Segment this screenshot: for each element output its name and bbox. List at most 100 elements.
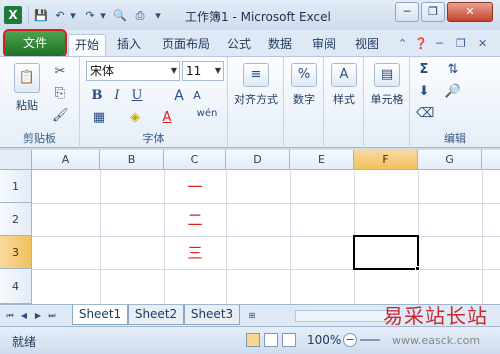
column-header-a[interactable]: A [32, 150, 100, 170]
tab-formulas[interactable]: 公式 [222, 34, 256, 56]
next-sheet-icon[interactable]: ▶ [32, 310, 44, 322]
column-header-f[interactable]: F [354, 150, 418, 170]
tab-home[interactable]: 开始 [68, 34, 106, 56]
borders-icon[interactable]: ▦ [90, 109, 108, 127]
shrink-font-button[interactable]: A [190, 87, 204, 105]
page-break-view-icon[interactable] [282, 333, 296, 347]
cells-label: 单元格 [370, 93, 404, 106]
row-header-2[interactable]: 2 [0, 203, 32, 236]
row-header-1[interactable]: 1 [0, 170, 32, 203]
redo-dropdown-icon[interactable]: ▾ [98, 8, 108, 24]
restore-button[interactable]: ❐ [421, 2, 445, 22]
paste-button[interactable]: 📋 粘贴 [10, 63, 44, 113]
column-header-g[interactable]: G [418, 150, 482, 170]
last-sheet-icon[interactable]: ⏭ [46, 310, 58, 322]
tab-data[interactable]: 数据 [263, 34, 297, 56]
editing-group-label: 编辑 [444, 132, 466, 145]
sheet-tab-2[interactable]: Sheet2 [128, 305, 184, 325]
tab-page-layout[interactable]: 页面布局 [156, 34, 216, 56]
prev-sheet-icon[interactable]: ◀ [18, 310, 30, 322]
bold-button[interactable]: B [90, 87, 104, 105]
fill-handle[interactable] [415, 266, 420, 271]
sheet-tab-3[interactable]: Sheet3 [184, 305, 240, 325]
column-header-b[interactable]: B [100, 150, 164, 170]
sort-filter-icon[interactable]: ⇅ [444, 61, 462, 79]
align-icon: ≡ [243, 63, 269, 87]
autosum-icon[interactable]: Σ [416, 61, 432, 79]
fill-color-icon[interactable]: ◈ [126, 109, 144, 127]
print-icon[interactable]: ⎙ [132, 8, 148, 24]
italic-button[interactable]: I [110, 87, 124, 105]
tab-view[interactable]: 视图 [350, 34, 384, 56]
gridline [482, 170, 483, 304]
redo-icon[interactable]: ↷ [82, 8, 98, 24]
clear-icon[interactable]: ⌫ [416, 105, 434, 123]
styles-icon: A [331, 63, 357, 87]
close-button[interactable]: ✕ [447, 2, 493, 22]
ribbon-tab-bar: 文件 开始 插入 页面布局 公式 数据 审阅 视图 ⌃ ❓ ─ ❐ ✕ [0, 29, 500, 58]
title-bar: X 💾 ↶ ▾ ↷ ▾ 🔍 ⎙ ▾ 工作簿1 - Microsoft Excel… [0, 0, 500, 30]
help-icon[interactable]: ❓ [414, 37, 428, 50]
restore-doc-icon[interactable]: ❐ [456, 37, 466, 50]
font-name-value: 宋体 [90, 64, 115, 78]
select-all-corner[interactable] [0, 150, 32, 170]
gridline [226, 170, 227, 304]
number-label: 数字 [293, 93, 315, 106]
watermark-logo: 易采站长站 [383, 304, 488, 328]
undo-dropdown-icon[interactable]: ▾ [68, 8, 78, 24]
styles-group: A 样式 [324, 57, 364, 149]
tab-insert[interactable]: 插入 [110, 34, 148, 56]
file-tab[interactable]: 文件 [3, 29, 67, 58]
customize-qat-icon[interactable]: ▾ [152, 8, 164, 24]
zoom-slider[interactable] [360, 339, 380, 341]
insert-sheet-icon[interactable]: ⊞ [244, 310, 260, 322]
page-layout-view-icon[interactable] [264, 333, 278, 347]
collapse-ribbon-icon[interactable]: ⌃ [398, 37, 407, 50]
number-group: % 数字 [284, 57, 324, 149]
active-cell-f3[interactable] [353, 235, 419, 270]
normal-view-icon[interactable] [246, 333, 260, 347]
first-sheet-icon[interactable]: ⏮ [4, 310, 16, 322]
tab-review[interactable]: 审阅 [307, 34, 341, 56]
zoom-level[interactable]: 100% [307, 333, 341, 347]
styles-button[interactable]: A 样式 [326, 63, 362, 107]
font-name-combo[interactable]: 宋体 ▼ [86, 61, 180, 81]
cell-c3[interactable]: 三 [164, 242, 226, 263]
cell-c1[interactable]: 一 [164, 176, 226, 197]
alignment-label: 对齐方式 [234, 93, 278, 106]
worksheet-grid[interactable]: A B C D E F G 1 2 3 4 一 二 三 [0, 150, 500, 304]
find-select-icon[interactable]: 🔎 [444, 83, 462, 101]
minimize-button[interactable]: ─ [395, 2, 419, 22]
copy-icon[interactable]: ⎘ [52, 85, 68, 103]
percent-icon: % [291, 63, 317, 87]
close-doc-icon[interactable]: ✕ [478, 37, 487, 50]
row-header-4[interactable]: 4 [0, 269, 32, 304]
alignment-button[interactable]: ≡ 对齐方式 [230, 63, 282, 107]
cells-icon: ▤ [374, 63, 400, 87]
sheet-tab-1[interactable]: Sheet1 [72, 305, 128, 325]
format-painter-icon[interactable]: 🖌 [52, 107, 69, 125]
zoom-out-button[interactable]: − [343, 333, 357, 347]
undo-icon[interactable]: ↶ [52, 8, 68, 24]
number-button[interactable]: % 数字 [286, 63, 322, 107]
font-color-icon[interactable]: A [158, 109, 176, 127]
ribbon-home: 📋 粘贴 ✂ ⎘ 🖌 剪贴板 宋体 ▼ 11 ▼ B I U A A ▦ ◈ A… [0, 56, 500, 149]
cut-icon[interactable]: ✂ [52, 63, 68, 81]
minimize-doc-icon[interactable]: ─ [436, 37, 443, 50]
font-size-combo[interactable]: 11 ▼ [182, 61, 224, 81]
row-header-3[interactable]: 3 [0, 236, 32, 269]
paste-icon: 📋 [14, 63, 40, 93]
cells-button[interactable]: ▤ 单元格 [366, 63, 408, 107]
cell-c2[interactable]: 二 [164, 209, 226, 230]
underline-button[interactable]: U [130, 87, 144, 105]
grow-font-button[interactable]: A [172, 87, 186, 105]
column-header-c[interactable]: C [164, 150, 226, 170]
excel-app-icon[interactable]: X [4, 6, 22, 24]
horizontal-scrollbar[interactable] [295, 310, 395, 322]
column-header-d[interactable]: D [226, 150, 290, 170]
column-header-e[interactable]: E [290, 150, 354, 170]
phonetic-guide-button[interactable]: wén [194, 105, 220, 123]
fill-icon[interactable]: ⬇ [416, 83, 432, 101]
print-preview-icon[interactable]: 🔍 [112, 8, 128, 24]
save-icon[interactable]: 💾 [33, 8, 49, 24]
